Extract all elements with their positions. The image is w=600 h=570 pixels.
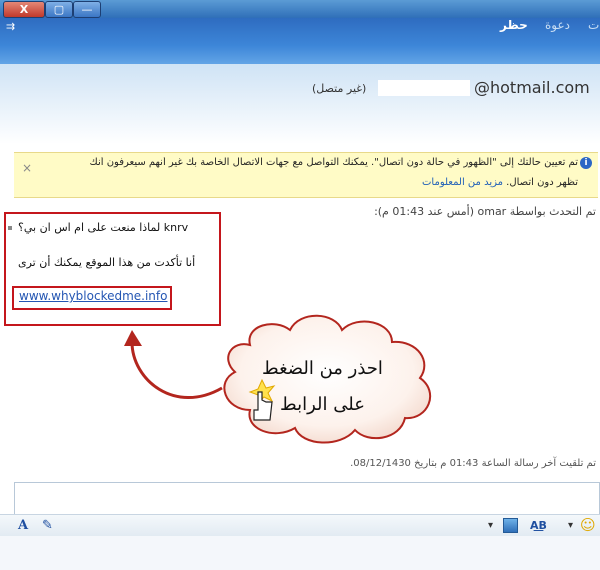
font-icon[interactable]: A bbox=[18, 518, 28, 533]
callout-cloud bbox=[223, 314, 432, 444]
maximize-button[interactable]: ▢ bbox=[45, 1, 73, 18]
info-icon: i bbox=[580, 157, 592, 169]
callout-text-line1: احذر من الضغط bbox=[262, 358, 383, 379]
menu-icon[interactable]: ⇉ bbox=[6, 20, 15, 33]
emoticon-icon[interactable]: ☺ bbox=[580, 516, 596, 534]
bullet bbox=[8, 226, 12, 230]
contact-email: @hotmail.com bbox=[474, 78, 590, 97]
contact-header bbox=[0, 64, 600, 144]
ink-icon[interactable]: ✎ bbox=[42, 518, 53, 533]
format-toolbar: A ✎ ▾ A͟B ▾ ☺ bbox=[0, 514, 600, 537]
files-button[interactable]: ملفات bbox=[588, 18, 600, 32]
close-icon[interactable]: × bbox=[22, 161, 32, 175]
offline-info-bar: × i تم تعيين حالتك إلى "الظهور في حالة د… bbox=[14, 152, 598, 198]
info-text-line2: تظهر دون اتصال. مزيد من المعلومات bbox=[422, 177, 578, 188]
callout-arrow bbox=[130, 341, 223, 400]
contact-status: (غير متصل) bbox=[312, 82, 367, 95]
invite-button[interactable]: دعوة bbox=[545, 18, 570, 32]
hand-cursor-icon bbox=[248, 378, 276, 421]
info-text: تم تعيين حالتك إلى "الظهور في حالة دون ا… bbox=[89, 157, 578, 168]
suspicious-link[interactable]: www.whyblockedme.info bbox=[19, 289, 167, 303]
more-info-link[interactable]: مزيد من المعلومات bbox=[422, 177, 503, 188]
message-input[interactable] bbox=[14, 482, 600, 516]
close-button[interactable]: X bbox=[3, 1, 45, 18]
nudge-icon[interactable] bbox=[503, 518, 518, 533]
chevron-down-icon[interactable]: ▾ bbox=[568, 520, 573, 531]
minimize-button[interactable]: — bbox=[73, 1, 101, 18]
sender-line: تم التحدث بواسطة omar (أمس عند 01:43 م): bbox=[374, 205, 596, 218]
callout-arrowhead bbox=[124, 330, 142, 346]
redacted-username bbox=[378, 80, 470, 96]
block-button[interactable]: حظر bbox=[500, 18, 528, 32]
last-message-info: تم تلقيت آخر رسالة الساعة 01:43 م بتاريخ… bbox=[350, 458, 596, 469]
message-text: أنا تأكدت من هذا الموقع يمكنك أن ترى bbox=[18, 256, 196, 269]
message-text: knrv لماذا منعت على ام اس ان بي؟ bbox=[18, 221, 189, 234]
status-area bbox=[0, 536, 600, 570]
spell-check-icon[interactable]: A͟B bbox=[530, 519, 547, 532]
chevron-down-icon[interactable]: ▾ bbox=[488, 520, 493, 531]
info-text-end: تظهر دون اتصال. bbox=[506, 177, 578, 188]
callout-text-line2: على الرابط bbox=[280, 394, 365, 415]
